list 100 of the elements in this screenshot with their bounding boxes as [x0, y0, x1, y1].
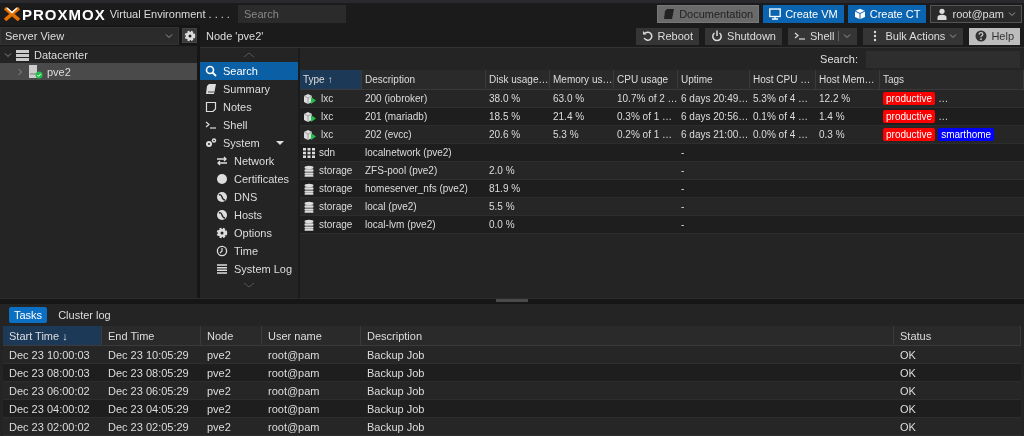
table-cell: localnetwork (pve2) [365, 147, 452, 158]
table-cell: 0.0% of 4 … [753, 129, 809, 140]
table-cell: OK [900, 384, 916, 397]
table-cell: local-lvm (pve2) [365, 219, 436, 230]
column-header[interactable]: End Time [102, 326, 201, 345]
table-cell: Dec 23 02:00:02 [9, 420, 90, 433]
table-cell: 6 days 20:49… [681, 93, 749, 104]
table-cell: 63.0 % [553, 93, 585, 104]
column-header[interactable]: Host CPU … [750, 70, 816, 89]
nav-item[interactable]: Certificates [200, 170, 298, 188]
nav-item[interactable]: Network [200, 152, 298, 170]
column-header[interactable]: Host Mem… [816, 70, 880, 89]
table-cell: 5.5 % [489, 201, 515, 212]
column-header[interactable]: Memory us… [550, 70, 614, 89]
tab[interactable]: Cluster log [53, 307, 116, 323]
toolbar-button[interactable]: Help [969, 27, 1020, 45]
type-label: lxc [321, 111, 334, 122]
table-cell: Backup Job [367, 366, 425, 379]
table-cell: root@pam [268, 402, 320, 415]
dropdown-caret-icon [949, 32, 958, 40]
table-cell: 6 days 20:56… [681, 111, 749, 122]
search-field[interactable]: Search [237, 5, 346, 23]
database-icon [303, 182, 315, 195]
nav-item[interactable]: DNS [200, 188, 298, 206]
table-cell: - [681, 183, 685, 194]
type-label: storage [319, 183, 353, 194]
grid-icon [303, 146, 315, 159]
scroll-up-chevron-icon [243, 52, 255, 58]
tree-item[interactable]: pve2 [0, 63, 197, 80]
table-cell: 0.0 % [489, 219, 515, 230]
table-cell: - [681, 219, 685, 230]
table-cell: OK [900, 402, 916, 415]
nav-item[interactable]: System Log [200, 260, 298, 278]
table-cell: 6 days 21:00… [681, 129, 749, 140]
column-header[interactable]: Disk usage… [486, 70, 550, 89]
column-header[interactable]: Description [362, 70, 486, 89]
table-cell: 0.3 % [819, 129, 845, 140]
column-header[interactable]: Start Time ↓ [3, 326, 102, 345]
column-header[interactable]: Status [894, 326, 1021, 345]
user-icon [936, 8, 949, 20]
table-cell: Backup Job [367, 402, 425, 415]
tab[interactable]: Tasks [9, 307, 48, 323]
panel-title: Node 'pve2' [206, 30, 265, 42]
column-header[interactable]: Tags [880, 70, 1024, 89]
table-cell: pve2 [207, 366, 231, 379]
gears-icon [205, 137, 217, 149]
table-cell: 2.0 % [489, 165, 515, 176]
toolbar-button[interactable]: Reboot [635, 27, 700, 45]
table-cell: - [681, 165, 685, 176]
table-cell: root@pam [268, 420, 320, 433]
table-cell: root@pam [268, 348, 320, 361]
table-cell: 81.9 % [489, 183, 521, 194]
column-header[interactable]: Type ↑ [300, 70, 362, 89]
product-subtitle: Virtual Environment . . . . [109, 8, 230, 20]
table-cell: 12.2 % [819, 93, 851, 104]
settings-button[interactable] [182, 28, 197, 43]
note-icon [205, 101, 217, 113]
table-cell: OK [900, 348, 916, 361]
nav-item[interactable]: Hosts [200, 206, 298, 224]
header-button[interactable]: Create VM [763, 5, 844, 23]
type-label: lxc [321, 93, 334, 104]
table-cell: 1.4 % [819, 111, 845, 122]
nav-item[interactable]: Shell [200, 116, 298, 134]
nav-item[interactable]: Notes [200, 98, 298, 116]
table-cell: 5.3 % [553, 129, 579, 140]
toolbar-button[interactable]: Shell [788, 27, 858, 45]
database-icon [303, 200, 315, 213]
column-header[interactable]: Uptime [678, 70, 750, 89]
search-label: Search: [820, 53, 858, 65]
toolbar-button[interactable]: Shutdown [705, 27, 782, 45]
reload-icon [641, 30, 654, 42]
expand-caret-icon [16, 67, 24, 76]
column-header[interactable]: Description [361, 326, 894, 345]
nav-item[interactable]: Search [200, 62, 298, 80]
type-label: storage [319, 201, 353, 212]
table-cell: Dec 23 02:05:29 [108, 420, 189, 433]
nav-item[interactable]: System [200, 134, 298, 152]
table-cell: pve2 [207, 348, 231, 361]
nav-item[interactable]: Options [200, 224, 298, 242]
database-icon [303, 164, 315, 177]
power-icon [711, 30, 724, 42]
nav-item[interactable]: Summary [200, 80, 298, 98]
table-cell: - [681, 201, 685, 212]
nav-item[interactable]: Time [200, 242, 298, 260]
column-header[interactable]: CPU usage [614, 70, 678, 89]
gear-icon [183, 29, 196, 42]
table-cell: pve2 [207, 402, 231, 415]
table-cell: 38.0 % [489, 93, 521, 104]
clock-icon [216, 245, 228, 257]
table-cell: Dec 23 04:00:02 [9, 402, 90, 415]
column-header[interactable]: User name [262, 326, 361, 345]
user-menu-button[interactable]: root@pam [930, 5, 1022, 23]
column-header[interactable]: Node [201, 326, 262, 345]
view-selector[interactable]: Server View [0, 26, 179, 45]
header-button[interactable]: Create CT [847, 5, 927, 23]
table-cell: 21.4 % [553, 111, 585, 122]
server-stack-icon [16, 48, 30, 61]
tree-item[interactable]: Datacenter [0, 46, 197, 63]
toolbar-button[interactable]: Bulk Actions [863, 27, 964, 45]
table-cell: Backup Job [367, 384, 425, 397]
